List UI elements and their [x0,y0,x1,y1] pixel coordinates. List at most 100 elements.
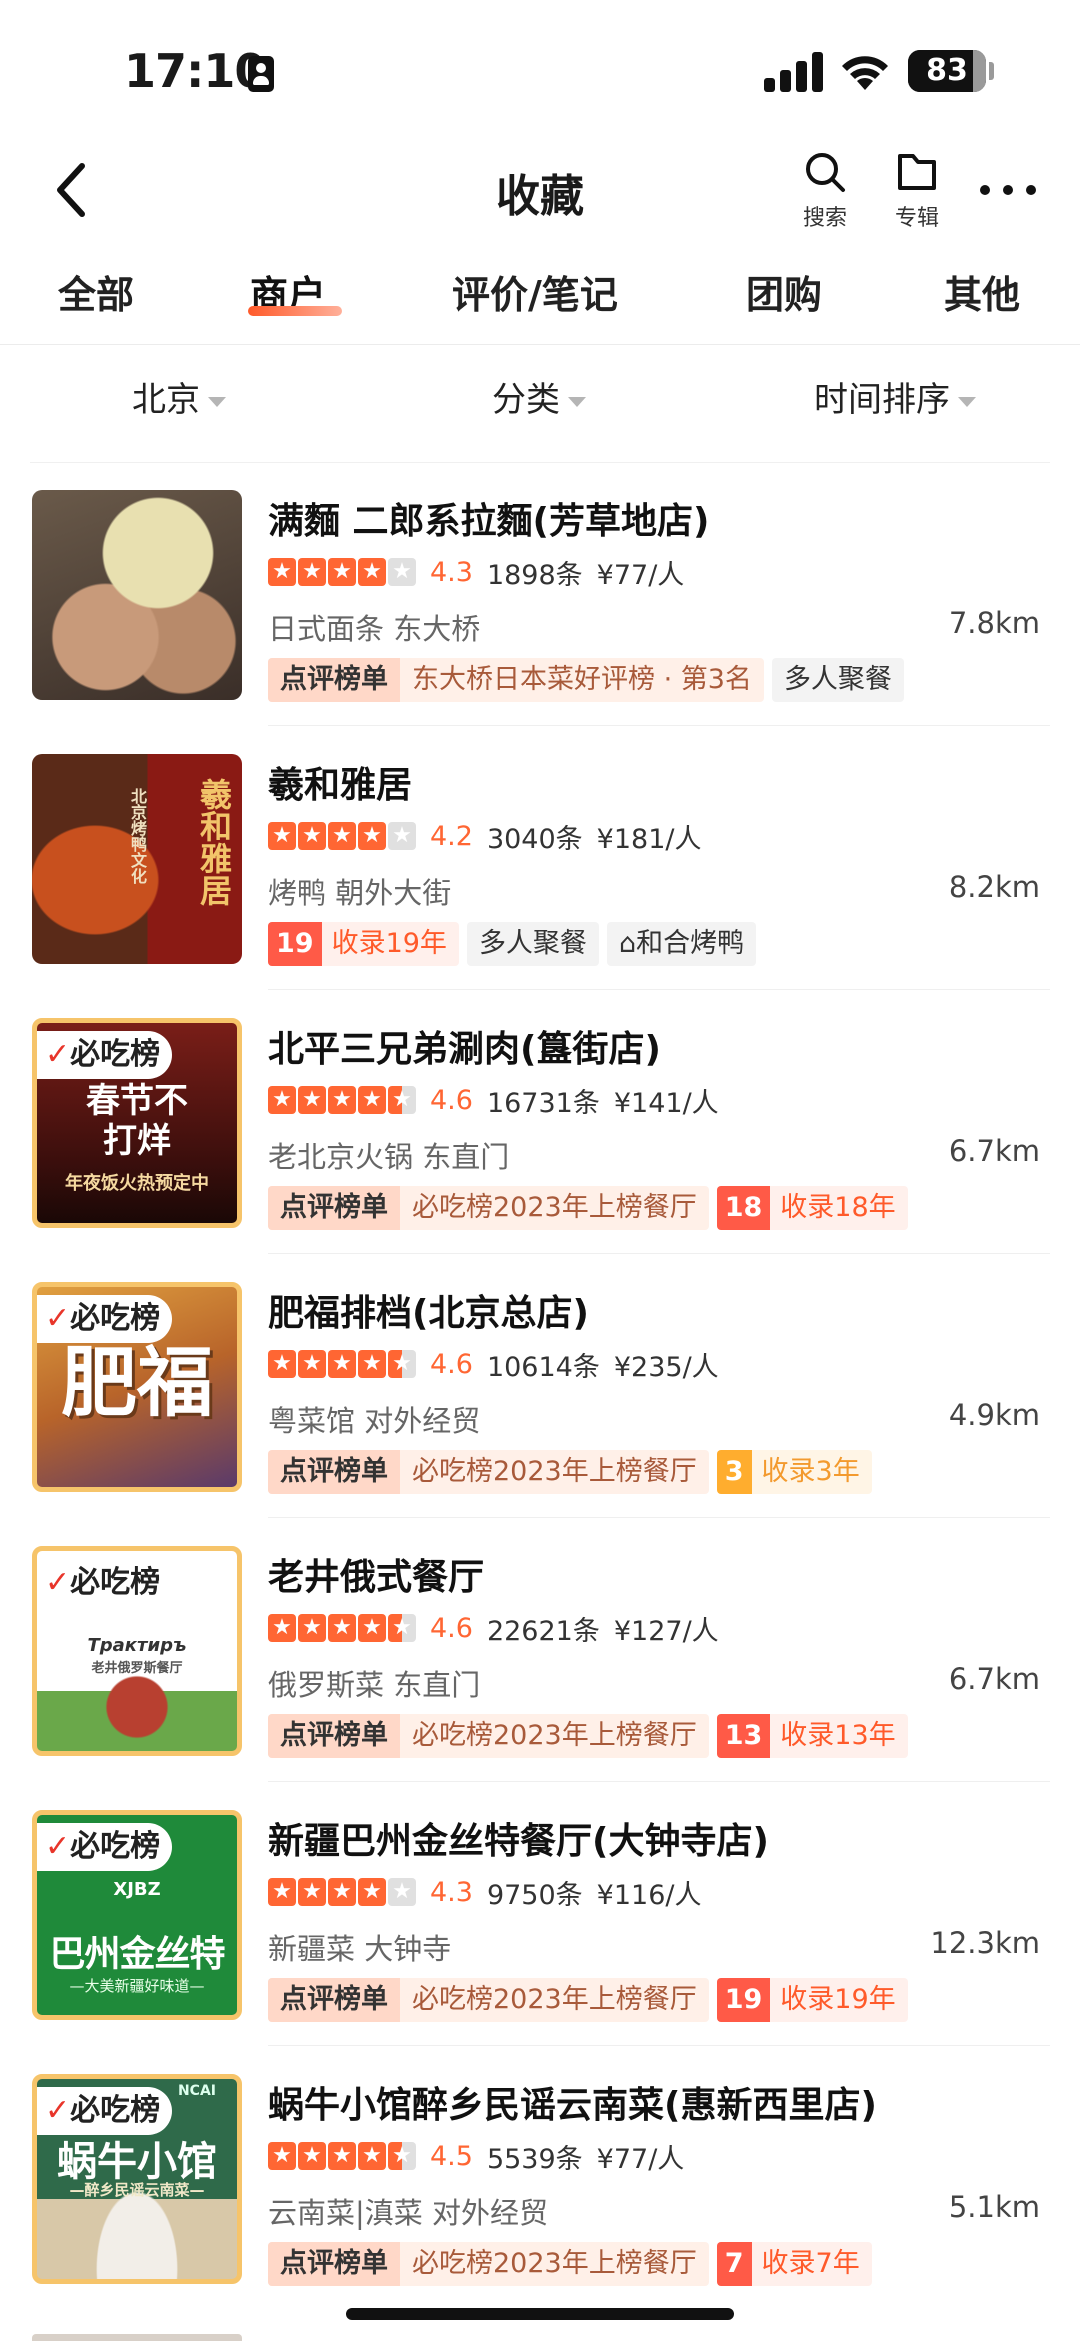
city-filter[interactable]: 北京 [132,372,226,421]
ranking-badge-label: 点评榜单 [268,1714,400,1758]
status-time: 17:10 [124,44,266,98]
ranking-badge[interactable]: 点评榜单 [268,1450,400,1494]
ranking-text[interactable]: 必吃榜2023年上榜餐厅 [400,1450,709,1494]
restaurant-thumbnail: 春节不打烊 年夜饭火热预定中 ✓必吃榜 [32,1018,242,1228]
restaurant-item[interactable]: 春节不打烊 年夜饭火热预定中 ✓必吃榜 北平三兄弟涮肉(簋街店) 4.6 167… [0,990,1080,1254]
tag-row: 点评榜单 必吃榜2023年上榜餐厅 3 收录3年 [268,1450,880,1494]
dish-tag-label: 和合烤鸭 [636,928,745,959]
avg-price: ¥77/人 [596,559,685,591]
rating-row: 4.2 3040条 ¥181/人 [268,818,715,855]
restaurant-thumbnail: XJBZ 巴州金丝特 —大美新疆好味道— ✓必吃榜 [32,1810,242,2020]
star-icon [388,2142,416,2170]
check-icon: ✓ [45,1301,71,1336]
feature-tag: 多人聚餐 [466,922,599,966]
distance: 12.3km [930,1926,1040,1960]
category-area: 云南菜|滇菜 对外经贸 [268,2196,548,2230]
sort-filter[interactable]: 时间排序 [814,372,976,421]
star-icon [268,2142,296,2170]
category-area: 俄罗斯菜 东直门 [268,1668,481,1702]
rating-row: 4.6 22621条 ¥127/人 [268,1610,733,1647]
star-icon [358,822,386,850]
distance: 6.7km [948,1134,1040,1168]
contact-card-icon [248,56,274,92]
category-filter[interactable]: 分类 [492,372,586,421]
ranking-badge-label: 点评榜单 [268,1450,400,1494]
rating-score: 4.6 [430,1348,473,1380]
category-area: 烤鸭 朝外大街 [268,876,452,910]
tag-row: 点评榜单 必吃榜2023年上榜餐厅 13 收录13年 [268,1714,916,1758]
avg-price: ¥116/人 [596,1879,702,1911]
restaurant-name: 新疆巴州金丝特餐厅(大钟寺店) [268,1821,769,1862]
search-button[interactable]: 搜索 [790,150,860,232]
tab-reviews-notes[interactable]: 评价/笔记 [452,264,618,319]
tab-group-buy[interactable]: 团购 [746,264,822,319]
years-number: 3 [716,1450,752,1494]
star-icon [358,1878,386,1906]
status-bar: 17:10 83 [0,0,1080,140]
restaurant-name: 满麵 二郎系拉麵(芳草地店) [268,501,710,542]
cloche-icon: ⌂ [618,928,637,959]
rating-score: 4.3 [430,556,473,588]
star-icon [328,1878,356,1906]
ranking-badge[interactable]: 点评榜单 [268,2242,400,2286]
rating-row: 4.6 10614条 ¥235/人 [268,1346,733,1383]
ranking-badge[interactable]: 点评榜单 [268,1186,400,1230]
restaurant-item[interactable]: 肥福 ✓必吃榜 肥福排档(北京总店) 4.6 10614条 ¥235/人 粤菜馆… [0,1254,1080,1518]
restaurant-item[interactable]: XJBZ 巴州金丝特 —大美新疆好味道— ✓必吃榜 新疆巴州金丝特餐厅(大钟寺店… [0,1782,1080,2046]
ranking-badge[interactable]: 点评榜单 [268,1714,400,1758]
ranking-text[interactable]: 必吃榜2023年上榜餐厅 [400,2242,709,2286]
restaurant-item[interactable]: NCAI 蜗牛小馆 —醉乡民谣云南菜— ✓必吃榜 蜗牛小馆醉乡民谣云南菜(惠新西… [0,2046,1080,2310]
must-eat-label: 必吃榜 [70,1301,161,1336]
thumbnail-title: 春节不打烊 [86,1081,188,1161]
more-options-icon[interactable] [980,170,1036,210]
tag-row: 点评榜单 必吃榜2023年上榜餐厅 7 收录7年 [268,2242,880,2286]
category-filter-label: 分类 [492,380,560,420]
thumbnail-subtitle: 老井俄罗斯餐厅 [91,1661,183,1676]
restaurant-item[interactable]: Трактиръ 老井俄罗斯餐厅 ✓必吃榜 老井俄式餐厅 4.6 22621条 … [0,1518,1080,1782]
check-icon: ✓ [45,1037,71,1072]
dish-tag: ⌂和合烤鸭 [606,922,757,966]
must-eat-badge: ✓必吃榜 [37,1823,173,1871]
album-button[interactable]: 专辑 [882,150,952,232]
years-text: 收录19年 [780,1984,896,2015]
avg-price: ¥181/人 [596,823,702,855]
tab-other[interactable]: 其他 [944,264,1020,319]
restaurant-thumbnail: Трактиръ 老井俄罗斯餐厅 ✓必吃榜 [32,1546,242,1756]
ranking-text[interactable]: 必吃榜2023年上榜餐厅 [400,1186,709,1230]
avg-price: ¥235/人 [613,1351,719,1383]
years-text: 收录18年 [780,1192,896,1223]
avg-price: ¥141/人 [613,1087,719,1119]
years-listed-badge: 13 收录13年 [716,1714,908,1758]
ranking-text[interactable]: 必吃榜2023年上榜餐厅 [400,1714,709,1758]
ranking-badge[interactable]: 点评榜单 [268,1978,400,2022]
restaurant-item[interactable]: 羲和雅居 北京烤鸭文化 羲和雅居 4.2 3040条 ¥181/人 烤鸭 朝外大… [0,726,1080,990]
restaurant-name: 羲和雅居 [268,765,413,806]
ranking-text[interactable]: 东大桥日本菜好评榜 · 第3名 [400,658,764,702]
star-icon [298,1614,326,1642]
star-icon [328,558,356,586]
star-icon [328,1614,356,1642]
star-icon [358,2142,386,2170]
ranking-text[interactable]: 必吃榜2023年上榜餐厅 [400,1978,709,2022]
must-eat-badge: ✓必吃榜 [37,1295,173,1343]
city-filter-label: 北京 [132,380,200,420]
home-indicator[interactable] [346,2308,734,2320]
star-rating [268,1350,418,1378]
rating-row: 4.3 9750条 ¥116/人 [268,1874,715,1911]
years-text: 收录3年 [761,1456,860,1487]
tag-row: 点评榜单 东大桥日本菜好评榜 · 第3名 多人聚餐 [268,658,912,702]
tag-row: 19 收录19年 多人聚餐 ⌂和合烤鸭 [268,922,764,966]
rating-score: 4.3 [430,1876,473,1908]
search-icon [806,153,845,192]
ranking-badge[interactable]: 点评榜单 [268,658,400,702]
tab-all[interactable]: 全部 [58,264,134,319]
restaurant-item[interactable]: 满麵 二郎系拉麵(芳草地店) 4.3 1898条 ¥77/人 日式面条 东大桥 … [0,462,1080,726]
star-rating [268,1614,418,1642]
review-count: 5539条 [486,2143,583,2175]
battery-level: 83 [926,53,968,88]
years-number: 19 [268,922,322,966]
avg-price: ¥77/人 [596,2143,685,2175]
star-icon [298,558,326,586]
review-count: 9750条 [486,1879,583,1911]
dropdown-triangle-icon [568,396,586,407]
